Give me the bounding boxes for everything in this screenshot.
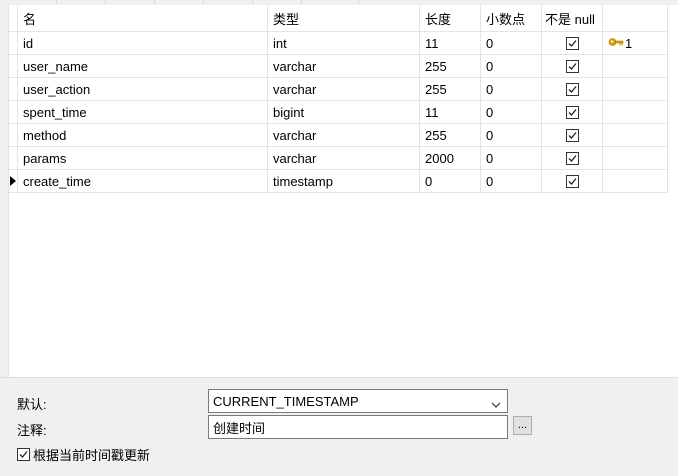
table-row[interactable]: user_action varchar 255 0 <box>9 78 668 101</box>
field-length[interactable]: 255 <box>420 55 481 77</box>
key-index: 1 <box>625 35 633 51</box>
field-name[interactable]: user_name <box>18 55 268 77</box>
field-decimals[interactable]: 0 <box>481 78 542 100</box>
field-decimals[interactable]: 0 <box>481 32 542 54</box>
field-length[interactable]: 11 <box>420 32 481 54</box>
update-checkbox[interactable] <box>17 448 30 461</box>
not-null-checkbox[interactable] <box>565 59 579 73</box>
field-name[interactable]: spent_time <box>18 101 268 123</box>
header-decimals[interactable]: 小数点 <box>481 5 542 31</box>
field-not-null[interactable] <box>542 101 603 123</box>
field-length[interactable]: 255 <box>420 124 481 146</box>
table-row[interactable]: spent_time bigint 11 0 <box>9 101 668 124</box>
field-name[interactable]: method <box>18 124 268 146</box>
field-type[interactable]: varchar <box>268 147 420 169</box>
not-null-checkbox[interactable] <box>565 36 579 50</box>
header-name[interactable]: 名 <box>18 5 268 31</box>
table-row[interactable]: method varchar 255 0 <box>9 124 668 147</box>
row-pointer-cell[interactable] <box>9 55 18 77</box>
default-value: CURRENT_TIMESTAMP <box>213 393 359 409</box>
field-key[interactable] <box>603 101 668 123</box>
field-not-null[interactable] <box>542 147 603 169</box>
not-null-checkbox[interactable] <box>565 174 579 188</box>
field-not-null[interactable] <box>542 170 603 192</box>
field-name[interactable]: id <box>18 32 268 54</box>
field-key[interactable] <box>603 124 668 146</box>
row-pointer-cell[interactable] <box>9 78 18 100</box>
field-name[interactable]: user_action <box>18 78 268 100</box>
table-row[interactable]: id int 11 0 1 <box>9 32 668 55</box>
field-type[interactable]: int <box>268 32 420 54</box>
update-checkbox-label: 根据当前时间戳更新 <box>33 448 151 463</box>
field-key[interactable] <box>603 78 668 100</box>
header-not-null[interactable]: 不是 null <box>542 5 603 31</box>
not-null-checkbox[interactable] <box>565 82 579 96</box>
row-pointer-cell[interactable] <box>9 32 18 54</box>
row-pointer-cell[interactable] <box>9 170 18 192</box>
field-length[interactable]: 0 <box>420 170 481 192</box>
tab[interactable] <box>155 0 204 4</box>
field-length[interactable]: 11 <box>420 101 481 123</box>
field-decimals[interactable]: 0 <box>481 101 542 123</box>
field-type[interactable]: varchar <box>268 124 420 146</box>
field-not-null[interactable] <box>542 124 603 146</box>
field-decimals[interactable]: 0 <box>481 170 542 192</box>
update-on-current-timestamp[interactable]: 根据当前时间戳更新 <box>17 445 150 464</box>
rows-container: id int 11 0 1 user_name varchar 255 0 user_action… <box>9 32 668 193</box>
field-type[interactable]: varchar <box>268 78 420 100</box>
field-length[interactable]: 2000 <box>420 147 481 169</box>
header-type[interactable]: 类型 <box>268 5 420 31</box>
default-combobox[interactable]: CURRENT_TIMESTAMP <box>208 389 508 413</box>
field-type[interactable]: varchar <box>268 55 420 77</box>
field-type[interactable]: bigint <box>268 101 420 123</box>
field-key[interactable] <box>603 55 668 77</box>
comment-value: 创建时间 <box>213 420 266 436</box>
field-properties-panel: 默认: CURRENT_TIMESTAMP 注释: 创建时间 ... 根据当前时… <box>0 377 678 476</box>
not-null-checkbox[interactable] <box>565 105 579 119</box>
table-row[interactable]: create_time timestamp 0 0 <box>9 170 668 193</box>
row-pointer-icon <box>10 176 16 186</box>
comment-input[interactable]: 创建时间 <box>208 415 508 439</box>
field-type[interactable]: timestamp <box>268 170 420 192</box>
field-name[interactable]: params <box>18 147 268 169</box>
field-length[interactable]: 255 <box>420 78 481 100</box>
default-label: 默认: <box>17 397 47 412</box>
comment-label: 注释: <box>17 423 47 438</box>
fields-grid: 名 类型 长度 小数点 不是 null id int 11 0 1 user_name va… <box>9 5 668 193</box>
header-pointer-cell <box>9 5 18 31</box>
field-decimals[interactable]: 0 <box>481 124 542 146</box>
grid-header: 名 类型 长度 小数点 不是 null <box>9 5 668 32</box>
field-key[interactable]: 1 <box>603 32 668 54</box>
comment-ellipsis-button[interactable]: ... <box>513 416 532 435</box>
field-name[interactable]: create_time <box>18 170 268 192</box>
row-pointer-cell[interactable] <box>9 147 18 169</box>
field-decimals[interactable]: 0 <box>481 55 542 77</box>
field-not-null[interactable] <box>542 78 603 100</box>
row-pointer-cell[interactable] <box>9 101 18 123</box>
table-row[interactable]: user_name varchar 255 0 <box>9 55 668 78</box>
row-pointer-cell[interactable] <box>9 124 18 146</box>
field-key[interactable] <box>603 170 668 192</box>
key-icon <box>608 36 624 51</box>
field-decimals[interactable]: 0 <box>481 147 542 169</box>
not-null-checkbox[interactable] <box>565 128 579 142</box>
tab[interactable] <box>0 0 57 4</box>
tab[interactable] <box>253 0 302 4</box>
field-key[interactable] <box>603 147 668 169</box>
not-null-checkbox[interactable] <box>565 151 579 165</box>
chevron-down-icon[interactable] <box>491 397 501 412</box>
tab[interactable] <box>57 0 106 4</box>
header-key <box>603 5 668 31</box>
field-not-null[interactable] <box>542 55 603 77</box>
tab[interactable] <box>106 0 155 4</box>
field-not-null[interactable] <box>542 32 603 54</box>
tab[interactable] <box>302 0 359 4</box>
tab[interactable] <box>204 0 253 4</box>
left-gutter <box>0 5 9 377</box>
table-row[interactable]: params varchar 2000 0 <box>9 147 668 170</box>
header-length[interactable]: 长度 <box>420 5 481 31</box>
